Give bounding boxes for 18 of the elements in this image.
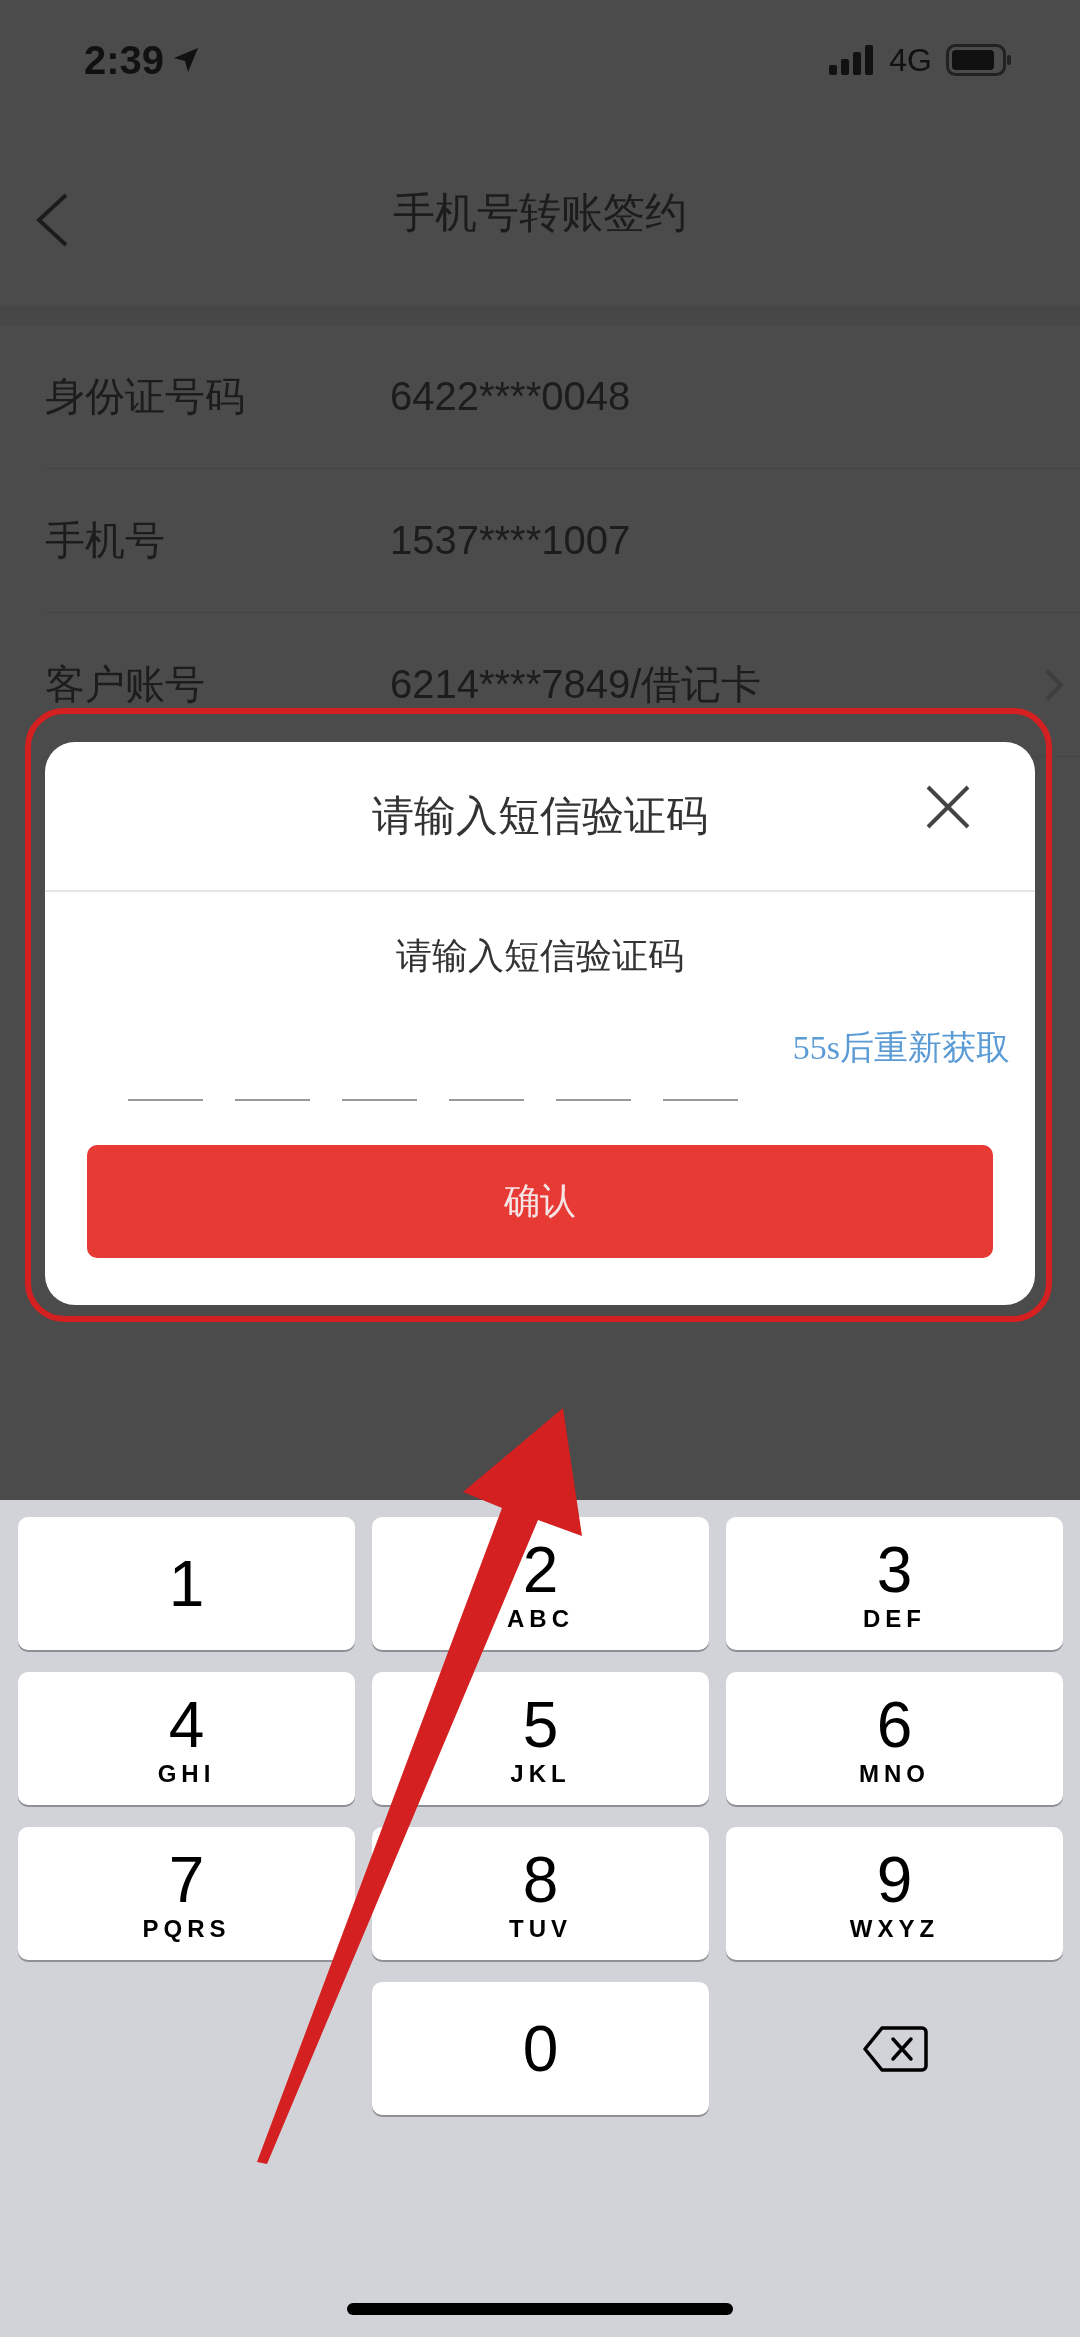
keypad-key[interactable]: 1 <box>18 1517 355 1650</box>
keypad-key[interactable]: 5 JKL <box>372 1672 709 1805</box>
keypad-key[interactable]: 4 GHI <box>18 1672 355 1805</box>
location-arrow-icon <box>172 46 201 74</box>
status-time: 2:39 <box>84 37 165 83</box>
network-type: 4G <box>889 41 932 79</box>
keypad-key[interactable]: 8 TUV <box>372 1827 709 1960</box>
keypad-key[interactable]: 0 <box>372 1982 709 2115</box>
back-icon[interactable] <box>34 192 70 248</box>
dialog-prompt: 请输入短信验证码 <box>395 934 685 978</box>
backspace-icon <box>861 2024 928 2073</box>
keypad-key[interactable]: 7 PQRS <box>18 1827 355 1960</box>
keypad-key[interactable]: 9 WXYZ <box>726 1827 1063 1960</box>
keypad-key[interactable]: 6 MNO <box>726 1672 1063 1805</box>
battery-icon <box>946 44 1012 76</box>
keypad-key[interactable]: 3 DEF <box>726 1517 1063 1650</box>
signal-icon <box>829 45 876 75</box>
dialog-title: 请输入短信验证码 <box>372 791 708 841</box>
